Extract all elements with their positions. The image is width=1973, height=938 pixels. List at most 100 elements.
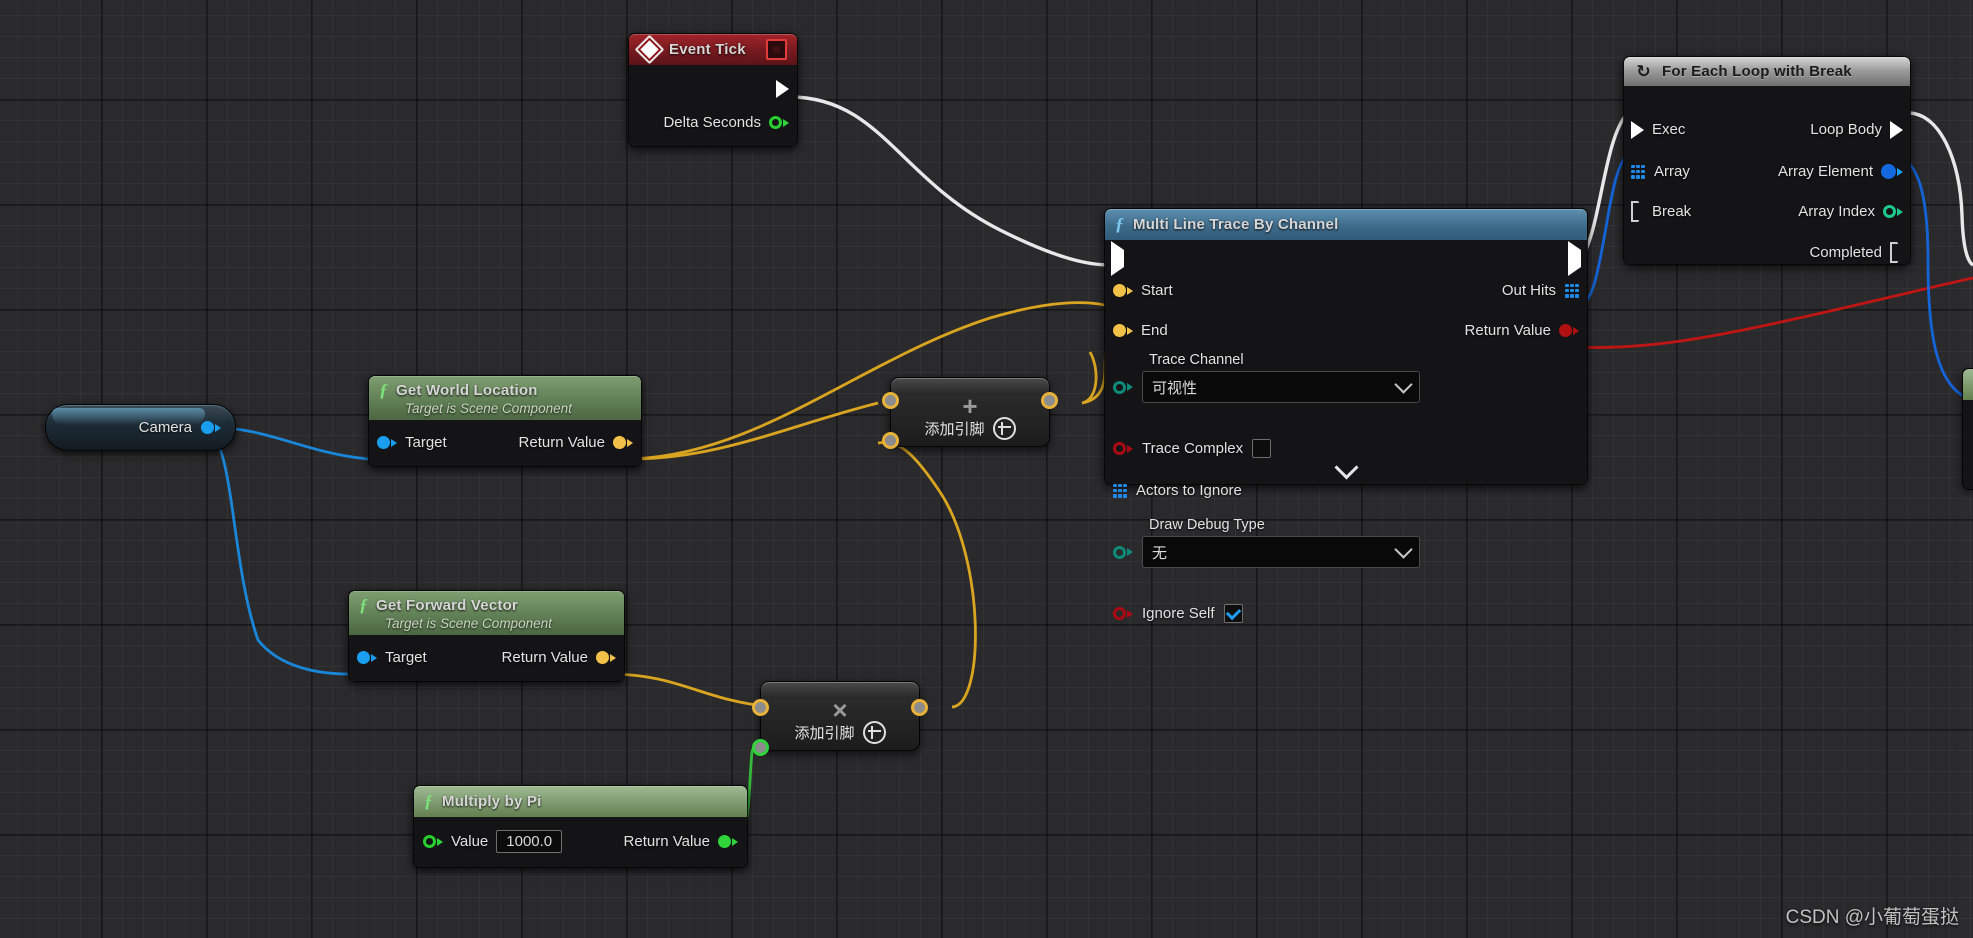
delta-seconds-pin[interactable] — [769, 116, 789, 129]
for-each-loop-body: Exec Loop Body Array Array Element Break… — [1624, 86, 1910, 264]
pin-arrow-icon — [391, 438, 397, 447]
return-value-pin[interactable] — [596, 651, 616, 664]
event-tick-delta-seconds-row[interactable]: Delta Seconds — [663, 107, 789, 138]
target-input-pin[interactable] — [377, 436, 397, 449]
draw-debug-type-pin[interactable] — [1113, 545, 1133, 559]
event-tick-title: Event Tick — [669, 41, 746, 58]
plus-circle-icon[interactable] — [862, 721, 886, 744]
loop-array-in-row[interactable]: Array — [1631, 156, 1690, 187]
for-each-loop-title: For Each Loop with Break — [1662, 63, 1852, 80]
trace-end-row[interactable]: End — [1113, 315, 1168, 346]
target-input-pin[interactable] — [357, 651, 377, 664]
draw-debug-type-dropdown[interactable]: 无 — [1142, 536, 1420, 568]
exec-pin-icon — [1631, 201, 1644, 222]
get-world-location-target-row[interactable]: Target — [377, 427, 447, 458]
array-element-pin[interactable] — [1881, 164, 1903, 179]
trace-complex-pin[interactable] — [1113, 442, 1133, 455]
plus-circle-icon[interactable] — [992, 417, 1016, 440]
end-input-pin[interactable] — [1113, 324, 1133, 337]
event-tick-exec-out-row[interactable] — [776, 73, 789, 104]
multiply-by-pi-body: Value 1000.0 Return Value — [414, 817, 747, 867]
loop-body-out-row[interactable]: Loop Body — [1810, 114, 1903, 145]
float-pin-icon — [423, 835, 436, 848]
vector-pin-icon — [1113, 324, 1126, 337]
node-event-tick[interactable]: Event Tick Delta Seconds — [628, 33, 798, 147]
exec-pin-icon — [1890, 242, 1903, 263]
return-value-pin[interactable] — [718, 835, 738, 848]
array-pin-icon[interactable] — [1631, 164, 1645, 179]
actors-to-ignore-label: Actors to Ignore — [1136, 482, 1242, 499]
loop-completed-row[interactable]: Completed — [1809, 237, 1903, 268]
for-each-loop-title-bar: ↻ For Each Loop with Break — [1624, 57, 1910, 86]
pin-arrow-icon — [1897, 207, 1903, 216]
loop-array-index-row[interactable]: Array Index — [1798, 196, 1903, 227]
pin-arrow-icon — [1127, 286, 1133, 295]
trace-exec-in-row[interactable] — [1111, 241, 1124, 276]
value-input-pin[interactable] — [423, 835, 443, 848]
loop-break-in-row[interactable]: Break — [1631, 196, 1691, 227]
node-get-world-location[interactable]: ƒ Get World Location Target is Scene Com… — [368, 375, 642, 467]
trace-out-hits-row[interactable]: Out Hits — [1502, 275, 1579, 306]
node-get-forward-vector[interactable]: ƒ Get Forward Vector Target is Scene Com… — [348, 590, 625, 682]
return-value-pin[interactable] — [613, 436, 633, 449]
trace-channel-label: Trace Channel — [1149, 352, 1244, 368]
ignore-self-pin[interactable] — [1113, 607, 1133, 620]
partial-node-title-bar — [1963, 369, 1973, 400]
node-add-vector[interactable]: + 添加引脚 — [882, 377, 1058, 449]
loop-exec-in-row[interactable]: Exec — [1631, 114, 1685, 145]
node-partial-offscreen[interactable] — [1962, 368, 1973, 490]
trace-channel-dropdown[interactable]: 可视性 — [1142, 371, 1420, 403]
target-label: Target — [405, 434, 447, 451]
start-input-pin[interactable] — [1113, 284, 1133, 297]
function-f-icon: ƒ — [379, 380, 388, 400]
vector-pin-icon — [1113, 284, 1126, 297]
node-multiply-vector[interactable]: × 添加引脚 — [752, 681, 928, 756]
node-multiply-by-pi[interactable]: ƒ Multiply by Pi Value 1000.0 Return Val… — [413, 785, 748, 868]
object-pin-icon — [1881, 164, 1896, 179]
trace-complex-checkbox[interactable] — [1252, 439, 1272, 458]
array-pin-icon[interactable] — [1565, 283, 1579, 298]
array-pin-icon[interactable] — [1113, 483, 1127, 498]
function-f-icon: ƒ — [1115, 214, 1124, 234]
ignore-self-row[interactable]: Ignore Self — [1113, 598, 1243, 629]
wire-return-value — [1571, 276, 1973, 349]
add-pin-button[interactable]: 添加引脚 — [761, 721, 919, 744]
end-label: End — [1141, 322, 1168, 339]
trace-channel-pin[interactable] — [1113, 380, 1133, 394]
trace-collapse-toggle[interactable] — [1105, 455, 1587, 480]
node-camera[interactable]: Camera — [45, 404, 236, 451]
get-world-location-return-row[interactable]: Return Value — [519, 427, 633, 458]
float-pin-icon — [769, 116, 782, 129]
node-multi-line-trace-by-channel[interactable]: ƒ Multi Line Trace By Channel Start Out … — [1104, 208, 1588, 623]
stop-square-icon[interactable] — [766, 39, 787, 60]
ignore-self-checkbox[interactable] — [1223, 604, 1243, 623]
multi-line-trace-body: Start Out Hits End Return Value Trace Ch… — [1105, 240, 1587, 623]
bool-pin-icon — [1113, 442, 1126, 455]
multiply-by-pi-return-row[interactable]: Return Value — [624, 826, 738, 857]
return-value-pin[interactable] — [1559, 324, 1579, 337]
completed-label: Completed — [1809, 244, 1882, 261]
node-for-each-loop-with-break[interactable]: ↻ For Each Loop with Break Exec Loop Bod… — [1623, 56, 1911, 265]
pin-arrow-icon — [1127, 444, 1133, 453]
actors-to-ignore-row[interactable]: Actors to Ignore — [1113, 475, 1242, 506]
blueprint-graph-canvas[interactable]: Camera Event Tick Delta Seconds ƒ Get Wo… — [0, 0, 1973, 938]
get-forward-vector-target-row[interactable]: Target — [357, 642, 427, 673]
camera-output-pin[interactable] — [201, 421, 221, 434]
multiply-by-pi-value-row[interactable]: Value 1000.0 — [423, 826, 563, 857]
get-forward-vector-return-row[interactable]: Return Value — [502, 642, 616, 673]
trace-exec-out-row[interactable] — [1568, 241, 1581, 276]
wire-exec-tick — [789, 95, 1111, 267]
loop-array-element-row[interactable]: Array Element — [1778, 156, 1903, 187]
array-index-pin[interactable] — [1883, 205, 1903, 218]
value-input-field[interactable]: 1000.0 — [496, 830, 563, 853]
pin-arrow-icon — [1127, 548, 1133, 556]
float-pin-icon — [718, 835, 731, 848]
pin-arrow-icon — [732, 837, 738, 846]
add-pin-button[interactable]: 添加引脚 — [891, 417, 1049, 440]
chevron-down-icon — [1394, 375, 1413, 394]
pin-arrow-icon — [437, 837, 443, 846]
trace-return-value-row[interactable]: Return Value — [1465, 315, 1579, 346]
trace-start-row[interactable]: Start — [1113, 275, 1173, 306]
exec-label: Exec — [1652, 121, 1686, 138]
return-value-label: Return Value — [518, 434, 605, 451]
